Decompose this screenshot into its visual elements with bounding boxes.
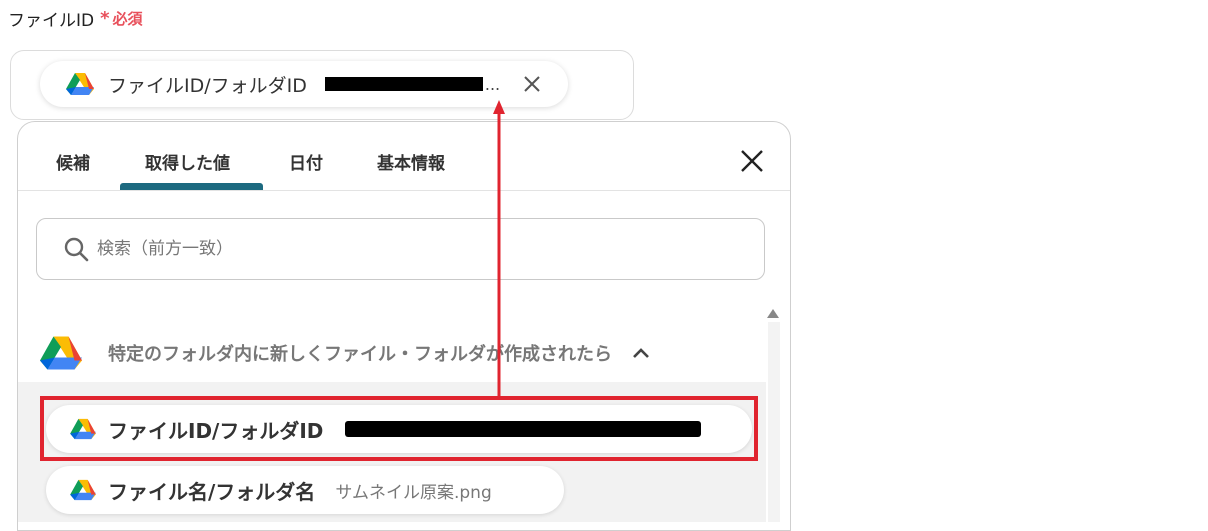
field-label: ファイルID * 必須 [8,6,143,31]
chip-label: ファイルID/フォルダID [108,74,307,97]
tab-date[interactable]: 日付 [289,149,323,174]
tab-candidates[interactable]: 候補 [56,149,90,174]
chip-ellipsis: ... [484,74,501,94]
google-drive-icon [70,479,96,501]
highlight-annotation [40,396,758,461]
required-text: 必須 [112,10,143,28]
search-input[interactable] [97,239,697,259]
trigger-group-header[interactable]: 特定のフォルダ内に新しくファイル・フォルダが作成されたら [36,324,766,382]
search-field[interactable] [36,218,765,280]
selected-value-chip[interactable]: ファイルID/フォルダID ... [40,61,568,107]
scroll-up-arrow[interactable] [767,309,779,318]
tab-basic-info[interactable]: 基本情報 [377,149,445,174]
item-value: サムネイル原案.png [335,482,492,503]
list-item[interactable]: ファイル名/フォルダ名 サムネイル原案.png [46,466,564,514]
close-icon[interactable] [738,147,766,175]
remove-chip-icon[interactable] [522,74,542,94]
item-label: ファイル名/フォルダ名 [108,479,316,504]
required-star: * [100,8,110,29]
arrow-up-annotation [493,100,505,400]
active-tab-indicator [120,183,263,190]
search-icon [64,237,89,262]
redacted-value [324,77,483,91]
google-drive-icon [40,336,82,370]
google-drive-icon [66,73,94,95]
chevron-up-icon[interactable] [632,347,650,359]
scrollbar-track[interactable] [768,322,780,522]
tab-acquired-values[interactable]: 取得した値 [145,149,230,174]
tabs-divider [18,190,790,191]
field-label-text: ファイルID [8,11,95,31]
group-title: 特定のフォルダ内に新しくファイル・フォルダが作成されたら [108,344,612,365]
